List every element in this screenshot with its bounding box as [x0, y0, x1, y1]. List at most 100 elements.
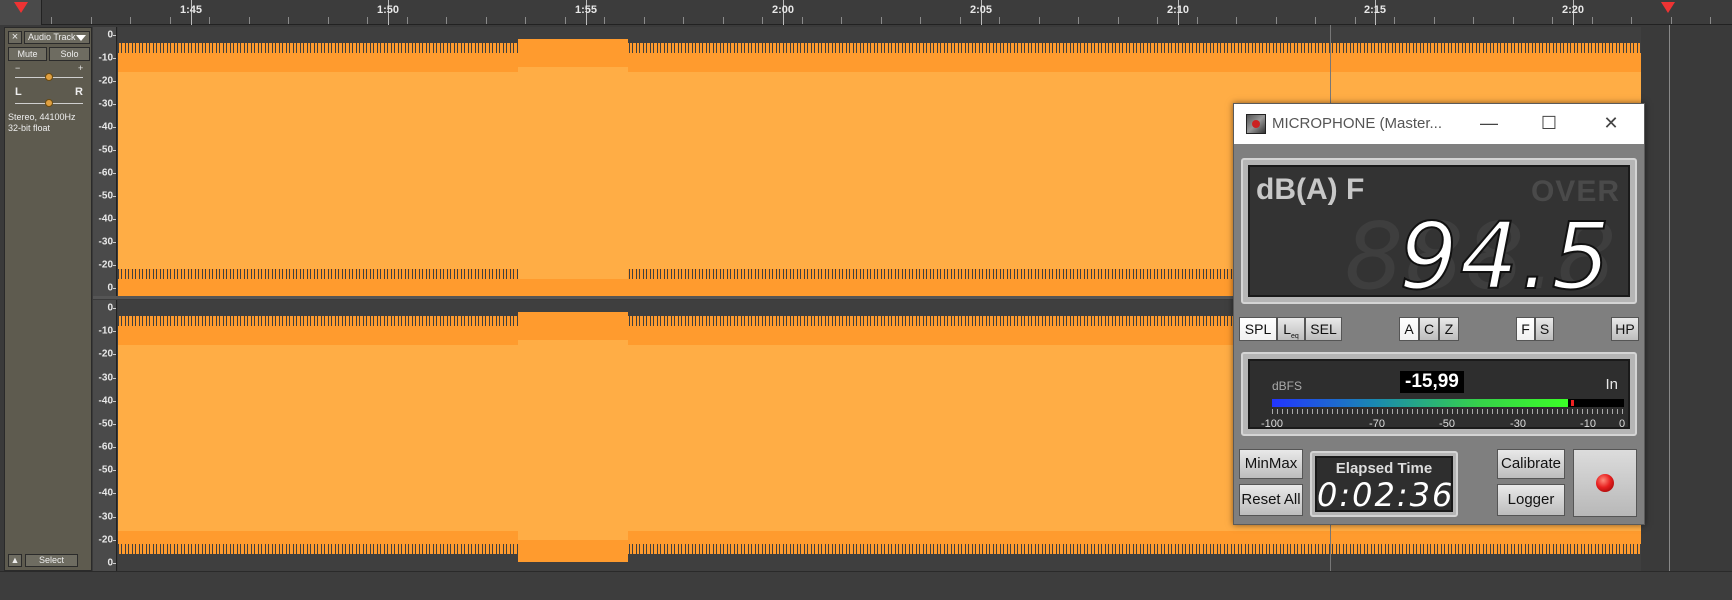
ruler-minor-tick: [249, 17, 250, 24]
maximize-button[interactable]: ☐: [1519, 104, 1579, 144]
record-led-icon: [1596, 474, 1614, 492]
gain-minus-label: −: [15, 63, 21, 73]
dbfs-level-fill: [1272, 399, 1568, 407]
selection-end-line: [1669, 25, 1670, 571]
ruler-label: 2:05: [970, 4, 993, 16]
dbfs-tick: [1347, 409, 1348, 414]
track-close-button[interactable]: ×: [8, 31, 22, 44]
db-scale-label: -20: [98, 75, 113, 87]
dbfs-tick: [1482, 409, 1483, 414]
ruler-label: 1:50: [377, 4, 400, 16]
ruler-minor-tick: [1157, 17, 1158, 24]
play-end-marker-icon[interactable]: [1661, 2, 1675, 13]
dbfs-tick: [1577, 409, 1578, 414]
db-scale-label: -20: [98, 348, 113, 360]
ruler-minor-tick: [960, 17, 961, 24]
solo-button[interactable]: Solo: [49, 47, 90, 61]
db-scale-tick: [113, 242, 116, 243]
track-name-label: Audio Track: [28, 32, 76, 42]
waveform-peak-edge: [118, 544, 1641, 554]
dbfs-tick: [1617, 409, 1618, 414]
a-weighting-button[interactable]: A: [1399, 317, 1419, 341]
db-scale-label: -50: [98, 464, 113, 476]
ruler-minor-tick: [525, 17, 526, 24]
timeline-ruler[interactable]: 1:45 1:50 1:55 2:00 2:05 2:10 2:15 2:20: [0, 0, 1732, 25]
ruler-minor-tick: [1592, 17, 1593, 24]
db-scale-left-channel: 0 -10 -20 -30 -40 -50 -60 -50 -40 -30 -20 0: [93, 27, 117, 296]
ruler-minor-tick: [644, 17, 645, 24]
dbfs-lcd: dBFS -15,99 In -100 -70 -50 -30 -10 0: [1248, 359, 1630, 430]
ruler-minor-tick: [1078, 17, 1079, 24]
db-scale-tick: [113, 104, 116, 105]
select-track-button[interactable]: Select: [25, 554, 78, 567]
dbfs-tick: [1537, 409, 1538, 414]
c-weighting-button[interactable]: C: [1419, 317, 1439, 341]
mute-button[interactable]: Mute: [8, 47, 47, 61]
db-scale-tick: [113, 516, 116, 518]
sound-meter-window[interactable]: MICROPHONE (Master... — ☐ ✕ dB(A) F OVER…: [1233, 103, 1645, 525]
play-start-marker-icon[interactable]: [14, 2, 28, 13]
dbfs-scale-label: -100: [1260, 418, 1284, 430]
ruler-minor-tick: [1039, 17, 1040, 24]
db-scale-tick: [113, 539, 116, 541]
db-scale-tick: [113, 423, 116, 425]
db-scale-tick: [113, 173, 116, 174]
leq-mode-button[interactable]: Leq: [1277, 317, 1305, 341]
logger-button[interactable]: Logger: [1497, 484, 1565, 516]
meter-titlebar[interactable]: MICROPHONE (Master... — ☐ ✕: [1234, 104, 1644, 144]
pan-left-label: L: [15, 86, 22, 98]
ruler-minor-tick: [762, 17, 763, 24]
dbfs-level-bar: [1272, 399, 1624, 407]
dbfs-tick: [1322, 409, 1323, 414]
ruler-label: 2:20: [1562, 4, 1585, 16]
db-scale-label: -60: [98, 441, 113, 453]
close-button[interactable]: ✕: [1581, 104, 1641, 144]
spl-unit-label: dB(A) F: [1256, 173, 1365, 206]
dbfs-tick: [1592, 409, 1593, 414]
db-scale-tick: [113, 447, 116, 449]
dbfs-tick: [1532, 409, 1533, 414]
dbfs-tick: [1402, 409, 1403, 414]
pan-slider-knob[interactable]: [45, 99, 53, 107]
calibrate-button[interactable]: Calibrate: [1497, 449, 1565, 479]
collapse-track-button[interactable]: ▲: [8, 554, 22, 567]
ruler-label: 2:10: [1167, 4, 1190, 16]
spl-lcd: dB(A) F OVER 888.8 94.5: [1248, 165, 1630, 311]
record-button[interactable]: [1573, 449, 1637, 517]
ruler-minor-tick: [920, 17, 921, 24]
dbfs-tick: [1307, 409, 1308, 414]
db-scale-label: -40: [98, 487, 113, 499]
highpass-button[interactable]: HP: [1611, 317, 1639, 341]
ruler-minor-tick: [881, 17, 882, 24]
dbfs-tick: [1492, 409, 1493, 414]
ruler-minor-tick: [1236, 17, 1237, 24]
ruler-minor-tick: [802, 17, 803, 24]
slow-response-button[interactable]: S: [1535, 317, 1554, 341]
dbfs-tick: [1517, 409, 1518, 414]
spl-mode-button[interactable]: SPL: [1239, 317, 1277, 341]
db-scale-tick: [113, 493, 116, 495]
ruler-minor-tick: [209, 17, 210, 24]
dbfs-tick: [1377, 409, 1378, 414]
sel-mode-button[interactable]: SEL: [1305, 317, 1342, 341]
z-weighting-button[interactable]: Z: [1439, 317, 1459, 341]
reset-all-button[interactable]: Reset All: [1239, 484, 1303, 516]
leq-label: L: [1283, 321, 1291, 337]
spl-value: 94.5: [1398, 202, 1612, 311]
track-name-menu[interactable]: Audio Track: [24, 31, 90, 44]
gain-slider-knob[interactable]: [45, 73, 53, 81]
meter-window-title: MICROPHONE (Master...: [1272, 115, 1443, 132]
leq-subscript: eq: [1291, 332, 1299, 340]
minmax-button[interactable]: MinMax: [1239, 449, 1303, 479]
db-scale-tick: [113, 354, 116, 356]
minimize-button[interactable]: —: [1459, 104, 1519, 144]
empty-track-area[interactable]: [1641, 25, 1732, 571]
gain-plus-label: +: [78, 63, 84, 73]
fast-response-button[interactable]: F: [1516, 317, 1535, 341]
ruler-label: 2:00: [772, 4, 795, 16]
spl-display-panel: dB(A) F OVER 888.8 94.5: [1241, 158, 1637, 311]
dbfs-tick: [1432, 409, 1433, 414]
dbfs-label: dBFS: [1272, 379, 1303, 393]
dbfs-peak-marker: [1571, 400, 1574, 406]
dbfs-tick: [1292, 409, 1293, 414]
